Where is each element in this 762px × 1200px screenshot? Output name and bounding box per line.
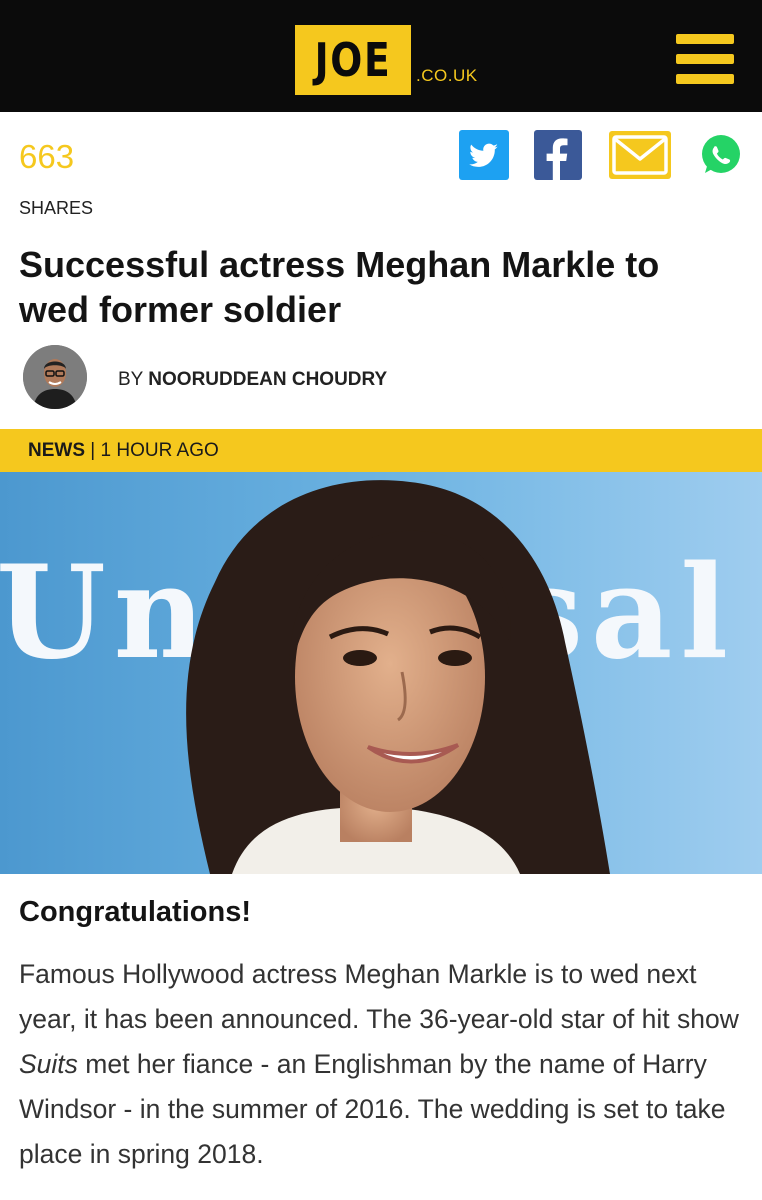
article-headline: Successful actress Meghan Markle to wed …	[19, 244, 660, 330]
category-separator: |	[90, 440, 96, 461]
site-logo[interactable]: JOE	[295, 25, 411, 95]
category-meta: NEWS | 1 HOUR AGO	[28, 440, 219, 462]
logo-text: JOE	[314, 33, 392, 87]
share-label: SHARES	[19, 198, 94, 218]
article-subheading: Congratulations!	[19, 896, 251, 928]
menu-bar-line	[676, 54, 734, 64]
article-body-part1: Famous Hollywood actress Meghan Markle i…	[19, 959, 739, 1034]
logo-domain-suffix: .CO.UK	[416, 66, 478, 85]
category-bar: NEWS | 1 HOUR AGO	[0, 429, 762, 472]
byline: BY NOORUDDEAN CHOUDRY	[118, 369, 387, 391]
whatsapp-icon[interactable]	[699, 133, 743, 177]
author-name[interactable]: NOORUDDEAN CHOUDRY	[148, 369, 387, 390]
category-label[interactable]: NEWS	[28, 440, 85, 461]
author-avatar[interactable]	[23, 345, 87, 409]
share-count: 663	[19, 138, 75, 175]
email-icon[interactable]	[609, 131, 671, 179]
article-body-part2: met her fiance - an Englishman by the na…	[19, 1049, 726, 1169]
byline-prefix: BY	[118, 369, 144, 390]
show-title: Suits	[19, 1049, 78, 1079]
article-body: Famous Hollywood actress Meghan Markle i…	[19, 952, 749, 1177]
facebook-icon[interactable]	[534, 130, 582, 180]
site-header: JOE .CO.UK	[0, 0, 762, 112]
published-time: 1 HOUR AGO	[100, 440, 219, 461]
menu-bar-line	[676, 34, 734, 44]
hero-image: Universal	[0, 472, 762, 874]
twitter-icon[interactable]	[459, 130, 509, 180]
menu-bar-line	[676, 74, 734, 84]
hamburger-menu-icon[interactable]	[676, 34, 734, 84]
